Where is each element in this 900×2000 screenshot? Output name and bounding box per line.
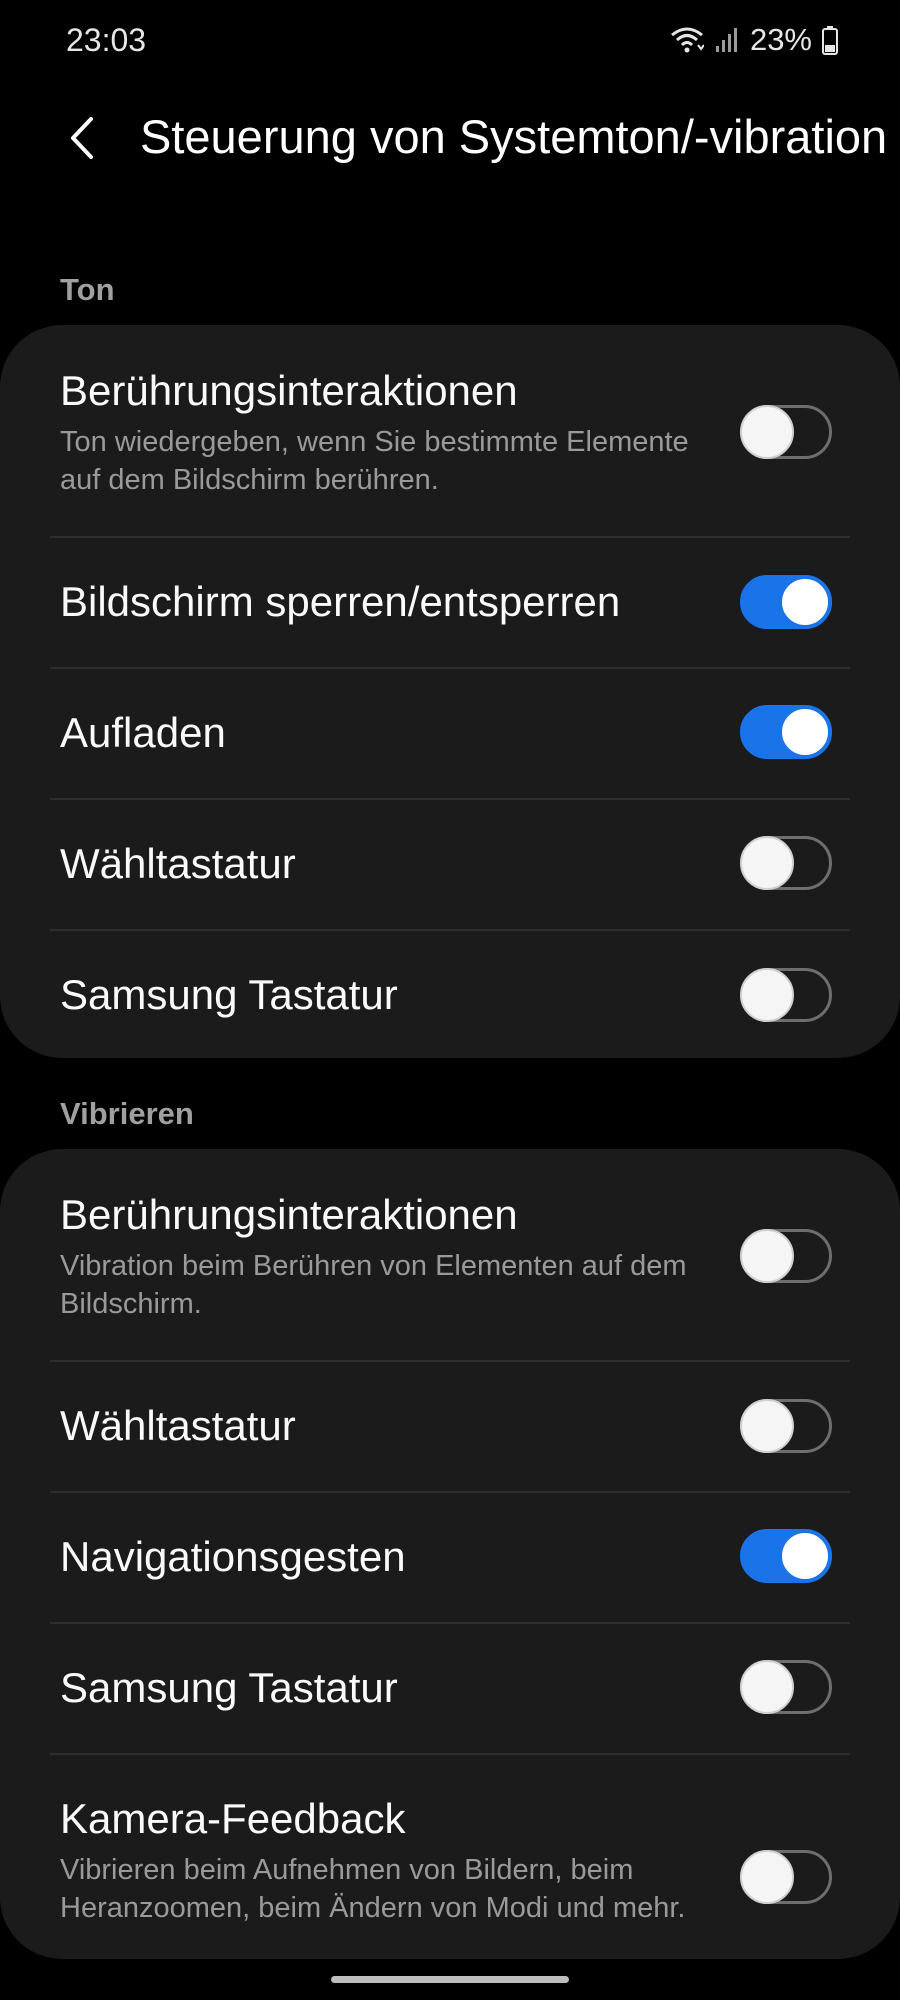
sound-samsung-keyboard-toggle[interactable] <box>740 968 832 1022</box>
toggle-knob <box>778 705 832 759</box>
vibration-camera-feedback-toggle[interactable] <box>740 1850 832 1904</box>
toggle-knob <box>778 1529 832 1583</box>
vibration-navigation-gestures-toggle[interactable] <box>740 1529 832 1583</box>
sound-charging-toggle[interactable] <box>740 705 832 759</box>
vibration-samsung-keyboard-toggle[interactable] <box>740 1660 832 1714</box>
row-title: Berührungsinteraktionen <box>60 367 518 414</box>
vibration-dialpad-toggle[interactable] <box>740 1399 832 1453</box>
sound-charging-row[interactable]: Aufladen <box>0 669 900 798</box>
sound-touch-interactions-row[interactable]: Berührungsinteraktionen Ton wiedergeben,… <box>0 325 900 536</box>
toggle-knob <box>740 968 794 1022</box>
row-subtitle: Ton wiedergeben, wenn Sie bestimmte Elem… <box>60 426 689 496</box>
status-bar: 23:03 23% <box>0 0 900 80</box>
row-title: Bildschirm sperren/entsperren <box>60 578 621 625</box>
battery-icon <box>822 25 838 55</box>
status-icons: 23% <box>670 20 838 60</box>
wifi-icon <box>670 25 704 55</box>
section-label-sound: Ton <box>60 272 115 307</box>
back-button[interactable] <box>52 105 112 175</box>
toggle-knob <box>778 575 832 629</box>
toggle-knob <box>740 1229 794 1283</box>
row-title: Navigationsgesten <box>60 1533 406 1580</box>
row-title: Wähltastatur <box>60 840 296 887</box>
battery-percent: 23% <box>749 22 812 57</box>
vibration-camera-feedback-row[interactable]: Kamera-Feedback Vibrieren beim Aufnehmen… <box>0 1755 900 1959</box>
vibration-settings-card: Berührungsinteraktionen Vibration beim B… <box>0 1149 900 1959</box>
app-header: Steuerung von Systemton/-vibration <box>0 95 900 185</box>
row-title: Wähltastatur <box>60 1402 296 1449</box>
row-title: Kamera-Feedback <box>60 1795 406 1842</box>
row-subtitle: Vibrieren beim Aufnehmen von Bildern, be… <box>60 1854 686 1924</box>
vibration-dialpad-row[interactable]: Wähltastatur <box>0 1362 900 1491</box>
row-title: Aufladen <box>60 709 226 756</box>
section-label-vibration: Vibrieren <box>60 1096 194 1131</box>
sound-dialpad-toggle[interactable] <box>740 836 832 890</box>
sound-touch-interactions-toggle[interactable] <box>740 405 832 459</box>
toggle-knob <box>740 1399 794 1453</box>
vibration-navigation-gestures-row[interactable]: Navigationsgesten <box>0 1493 900 1622</box>
back-arrow-icon <box>67 115 97 166</box>
row-title: Samsung Tastatur <box>60 1664 398 1711</box>
toggle-knob <box>740 1660 794 1714</box>
toggle-knob <box>740 1850 794 1904</box>
home-indicator[interactable] <box>331 1976 569 1983</box>
vibration-samsung-keyboard-row[interactable]: Samsung Tastatur <box>0 1624 900 1753</box>
sound-lock-unlock-row[interactable]: Bildschirm sperren/entsperren <box>0 538 900 667</box>
sound-settings-card: Berührungsinteraktionen Ton wiedergeben,… <box>0 325 900 1058</box>
row-subtitle: Vibration beim Berühren von Elementen au… <box>60 1250 687 1320</box>
row-title: Berührungsinteraktionen <box>60 1191 518 1238</box>
status-time: 23:03 <box>66 22 147 58</box>
vibration-touch-interactions-row[interactable]: Berührungsinteraktionen Vibration beim B… <box>0 1149 900 1360</box>
sound-dialpad-row[interactable]: Wähltastatur <box>0 800 900 929</box>
toggle-knob <box>740 836 794 890</box>
page-title: Steuerung von Systemton/-vibration <box>140 110 888 163</box>
vibration-touch-interactions-toggle[interactable] <box>740 1229 832 1283</box>
row-title: Samsung Tastatur <box>60 971 398 1018</box>
sound-lock-unlock-toggle[interactable] <box>740 575 832 629</box>
signal-icon <box>714 26 740 54</box>
sound-samsung-keyboard-row[interactable]: Samsung Tastatur <box>0 931 900 1058</box>
toggle-knob <box>740 405 794 459</box>
